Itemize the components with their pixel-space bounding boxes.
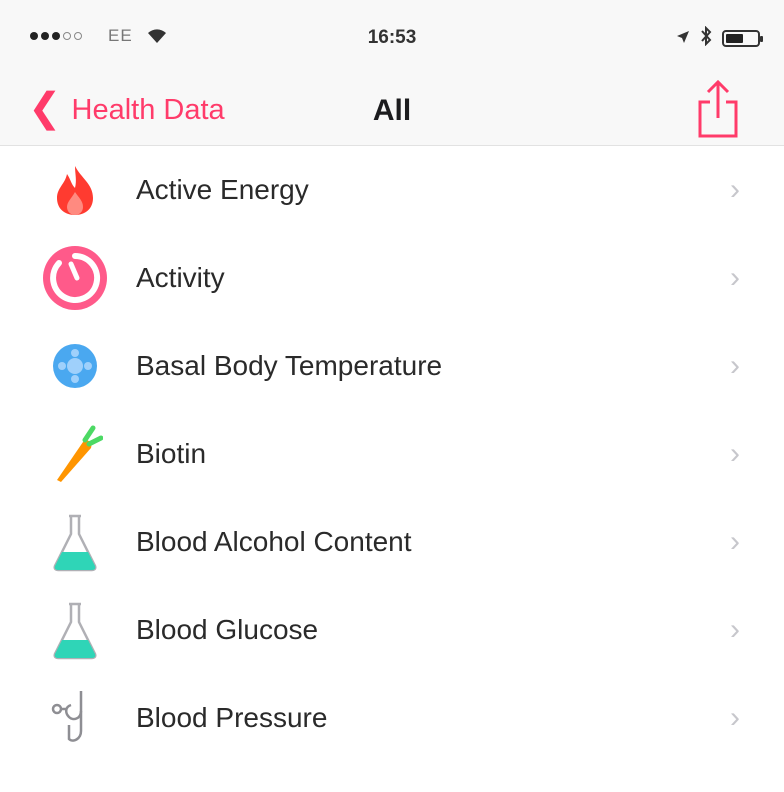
status-bar: EE 16:53 [0, 0, 784, 74]
list-item-label: Blood Alcohol Content [136, 526, 412, 557]
chevron-right-icon: › [730, 701, 740, 734]
back-button-label: Health Data [71, 93, 225, 126]
list-item[interactable]: Basal Body Temperature › [0, 322, 784, 410]
location-arrow-icon [676, 29, 690, 49]
carrot-icon [40, 419, 110, 489]
flask-icon [40, 595, 110, 665]
flask-icon [40, 507, 110, 577]
chevron-right-icon: › [730, 437, 740, 470]
navigation-bar: ❮ Health Data All [0, 74, 784, 146]
chevron-right-icon: › [730, 349, 740, 382]
list-item-label: Blood Pressure [136, 702, 328, 733]
share-icon [698, 79, 738, 138]
list-item-label: Active Energy [136, 174, 309, 205]
list-item[interactable]: Biotin › [0, 410, 784, 498]
flame-icon [40, 155, 110, 225]
list-item[interactable]: Blood Pressure › [0, 674, 784, 762]
list-item[interactable]: Blood Glucose › [0, 586, 784, 674]
activity-ring-icon [40, 243, 110, 313]
share-button[interactable] [692, 78, 744, 140]
back-button[interactable]: ❮ Health Data [28, 84, 225, 136]
bluetooth-icon [700, 25, 712, 51]
list-item-label: Activity [136, 262, 225, 293]
chevron-right-icon: › [730, 261, 740, 294]
list-item[interactable]: Activity › [0, 234, 784, 322]
chevron-left-icon: ❮ [28, 86, 62, 130]
list-item[interactable]: Blood Alcohol Content › [0, 498, 784, 586]
health-data-list: Active Energy › Activity › Basal Body Temp… [0, 146, 784, 762]
battery-icon [722, 30, 763, 47]
temperature-flower-icon [40, 331, 110, 401]
list-item-label: Blood Glucose [136, 614, 319, 645]
chevron-right-icon: › [730, 525, 740, 558]
list-item-label: Biotin [136, 438, 207, 469]
list-item-label: Basal Body Temperature [136, 350, 443, 381]
chevron-right-icon: › [730, 613, 740, 646]
status-time: 16:53 [367, 27, 417, 48]
list-item[interactable]: Active Energy › [0, 146, 784, 234]
chevron-right-icon: › [730, 173, 740, 206]
stethoscope-icon [40, 683, 110, 753]
